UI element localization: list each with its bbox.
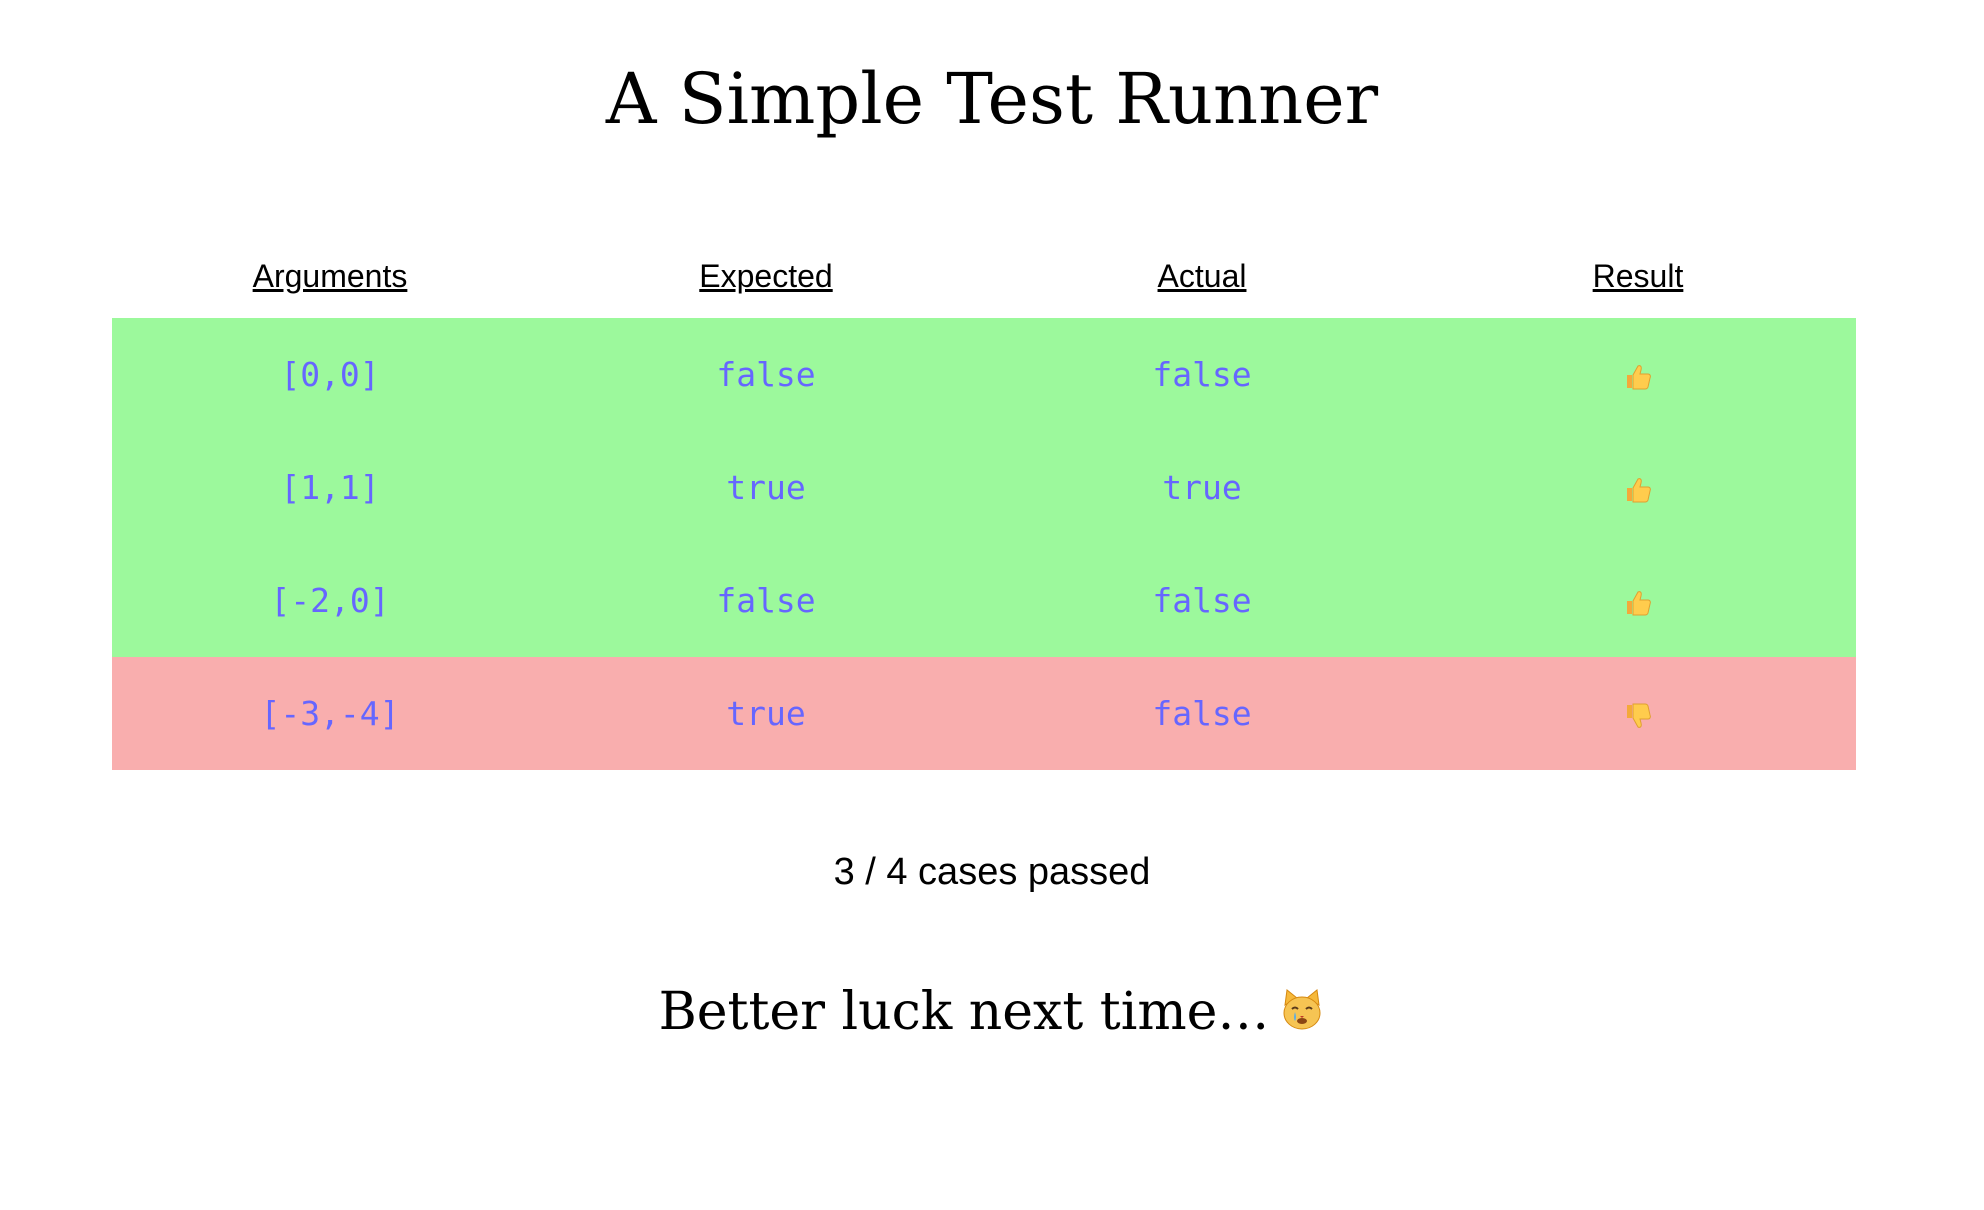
arguments-cell: [-3,-4] (260, 694, 400, 733)
thumbs-down-icon (1627, 703, 1651, 728)
table-row: [-3,-4] true false (112, 657, 1856, 770)
summary-text: 3 / 4 cases passed (833, 851, 1151, 893)
result-cell (1420, 431, 1856, 544)
actual-cell: false (1152, 694, 1252, 733)
table-row: [0,0] false false (112, 318, 1856, 431)
table-header-row: Arguments Expected Actual Result (112, 234, 1856, 318)
actual-cell: false (1152, 355, 1252, 394)
thumbs-up-icon (1627, 364, 1651, 389)
expected-cell: false (716, 581, 816, 620)
column-header-expected: Expected (699, 257, 833, 294)
column-header-actual: Actual (1157, 257, 1247, 294)
result-message: Better luck next time… (0, 980, 1984, 1044)
results-table: Arguments Expected Actual Result [0,0] f… (112, 234, 1856, 770)
expected-cell: true (726, 694, 806, 733)
arguments-cell: [-2,0] (270, 581, 390, 620)
result-message-text: Better luck next time… (658, 982, 1270, 1042)
actual-cell: false (1152, 581, 1252, 620)
expected-cell: false (716, 355, 816, 394)
result-cell (1420, 544, 1856, 657)
thumbs-up-icon (1627, 477, 1651, 502)
table-row: [-2,0] false false (112, 544, 1856, 657)
arguments-cell: [1,1] (280, 468, 380, 507)
table-row: [1,1] true true (112, 431, 1856, 544)
actual-cell: true (1162, 468, 1242, 507)
result-cell (1420, 657, 1856, 770)
column-header-arguments: Arguments (252, 257, 408, 294)
arguments-cell: [0,0] (280, 355, 380, 394)
thumbs-up-icon (1627, 590, 1651, 615)
page-title: A Simple Test Runner (605, 58, 1379, 140)
column-header-result: Result (1592, 257, 1684, 294)
expected-cell: true (726, 468, 806, 507)
result-cell (1420, 318, 1856, 431)
crying-cat-icon (1283, 989, 1321, 1030)
